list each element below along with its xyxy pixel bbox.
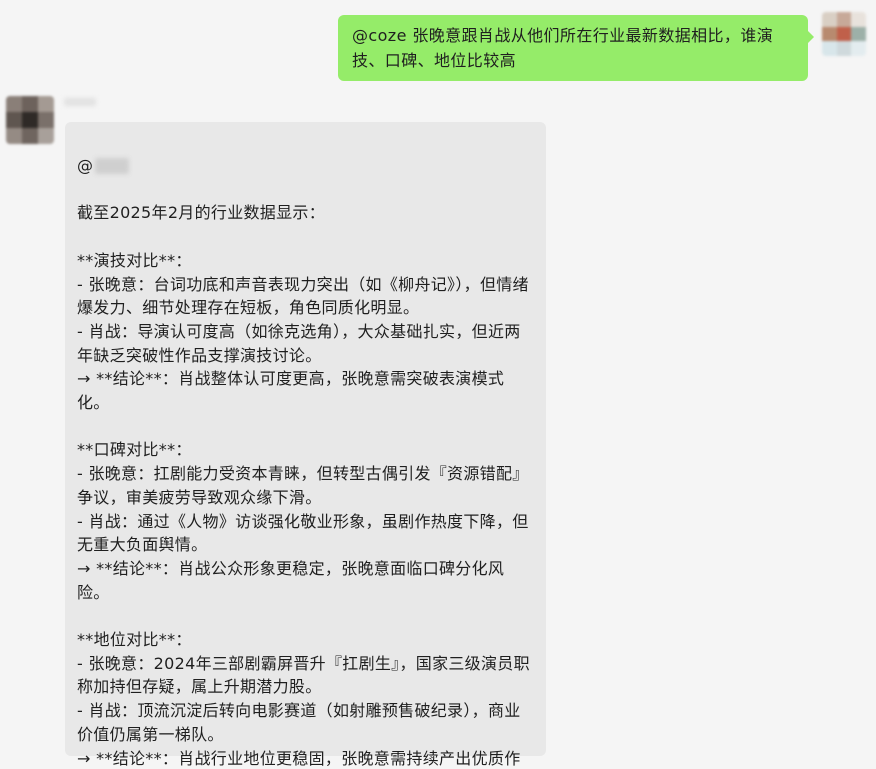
message-line: **地位对比**： xyxy=(77,630,192,650)
avatar-image xyxy=(822,12,866,56)
avatar-pixel xyxy=(22,128,38,144)
user-avatar[interactable] xyxy=(822,12,866,56)
mention-line: @ xyxy=(77,154,536,178)
mention-name-redacted xyxy=(95,157,130,174)
message-line: - 张晚意：台词功底和声音表现力突出（如《柳舟记》），但情绪爆发力、细节处理存在… xyxy=(77,274,529,318)
message-line: → **结论**：肖战行业地位更稳固，张晚意需持续产出优质作品证明实力。 xyxy=(77,748,521,768)
avatar-pixel xyxy=(822,41,837,56)
message-line: - 肖战：顶流沉淀后转向电影赛道（如射雕预售破纪录），商业价值仍属第一梯队。 xyxy=(77,701,521,744)
message-line: - 张晚意：扛剧能力受资本青睐，但转型古偶引发『资源错配』争议，审美疲劳导致观众… xyxy=(77,464,529,507)
avatar-pixel xyxy=(851,41,866,56)
bot-avatar[interactable] xyxy=(6,96,54,144)
avatar-pixel xyxy=(22,112,38,128)
message-line: → **结论**：肖战整体认可度更高，张晚意需突破表演模式化。 xyxy=(77,369,505,413)
avatar-pixel xyxy=(822,12,837,27)
avatar-pixel xyxy=(836,41,852,56)
avatar-image xyxy=(6,96,54,144)
message-line: - 肖战：导演认可度高（如徐克选角），大众基础扎实，但近两年缺乏突破性作品支撑演… xyxy=(77,321,521,365)
avatar-pixel xyxy=(836,26,852,42)
avatar-pixel xyxy=(851,26,866,42)
avatar-pixel xyxy=(6,112,22,128)
avatar-pixel xyxy=(6,128,22,144)
incoming-message-bubble[interactable]: @ 截至2025年2月的行业数据显示： **演技对比**： - 张晚意：台词功底和声… xyxy=(65,122,546,768)
avatar-pixel xyxy=(38,112,54,128)
sender-name-redacted xyxy=(64,98,96,106)
message-line: 截至2025年2月的行业数据显示： xyxy=(77,203,325,223)
outgoing-message-text: @coze 张晚意跟肖战从他们所在行业最新数据相比，谁演技、口碑、地位比较高 xyxy=(352,26,774,70)
message-line: **口碑对比**： xyxy=(77,440,192,460)
chat-window: @coze 张晚意跟肖战从他们所在行业最新数据相比，谁演技、口碑、地位比较高 @… xyxy=(0,0,876,769)
incoming-message-body: 截至2025年2月的行业数据显示： **演技对比**： - 张晚意：台词功底和声音表… xyxy=(77,201,536,769)
avatar-pixel xyxy=(851,12,866,27)
avatar-pixel xyxy=(38,128,54,144)
outgoing-message-bubble[interactable]: @coze 张晚意跟肖战从他们所在行业最新数据相比，谁演技、口碑、地位比较高 xyxy=(338,15,814,81)
avatar-pixel xyxy=(22,96,38,112)
message-line: **演技对比**： xyxy=(77,250,192,270)
avatar-pixel xyxy=(6,96,22,112)
avatar-pixel xyxy=(836,12,852,27)
message-line: - 张晚意：2024年三部剧霸屏晋升『扛剧生』，国家三级演员职称加持但存疑，属上… xyxy=(77,653,530,697)
message-line: - 肖战：通过《人物》访谈强化敬业形象，虽剧作热度下降，但无重大负面舆情。 xyxy=(77,511,529,555)
mention-prefix: @ xyxy=(77,155,94,175)
avatar-pixel xyxy=(38,96,54,112)
message-line: → **结论**：肖战公众形象更稳定，张晚意面临口碑分化风险。 xyxy=(77,558,505,602)
avatar-pixel xyxy=(822,26,837,42)
